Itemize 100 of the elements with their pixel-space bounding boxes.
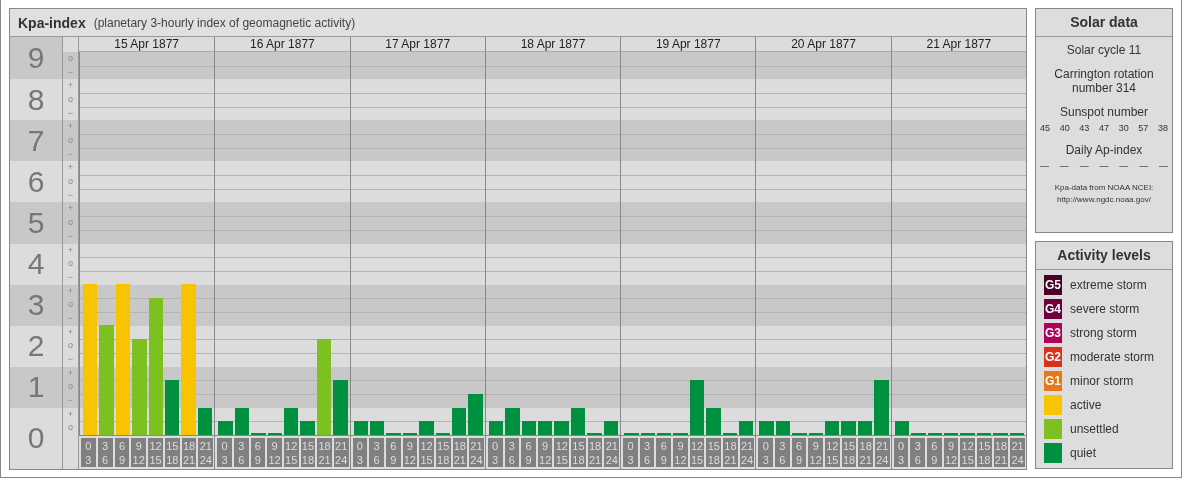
hour-range-label: 12 15 — [419, 438, 434, 467]
hour-range-label: 6 9 — [791, 438, 807, 467]
kp-scale-label: 5 — [10, 202, 62, 244]
hour-range-label: 9 12 — [537, 438, 553, 467]
legend-label: strong storm — [1070, 326, 1137, 340]
legend-label: extreme storm — [1070, 278, 1147, 292]
sub-scale-label: + — [62, 202, 79, 217]
hour-range-label: 12 15 — [554, 438, 570, 467]
source-url: http://www.ngdc.noaa.gov/ — [1057, 195, 1151, 205]
hour-range-label: 3 6 — [775, 438, 790, 467]
hour-range-label: 3 6 — [504, 438, 520, 467]
level-badge: G1 — [1044, 371, 1062, 391]
hour-range-label: 21 24 — [198, 438, 214, 467]
sub-scale-label: o — [62, 421, 79, 435]
date-label: 19 Apr 1877 — [620, 37, 756, 52]
date-label: 16 Apr 1877 — [214, 37, 350, 52]
date-label: 17 Apr 1877 — [349, 37, 485, 52]
legend-label: minor storm — [1070, 374, 1134, 388]
kp-scale-label: 7 — [10, 120, 62, 162]
hour-range-label: 0 3 — [352, 438, 368, 467]
hour-range-label: 9 12 — [673, 438, 688, 467]
hour-range-label: 18 21 — [452, 438, 468, 467]
hour-range-label: 15 18 — [300, 438, 316, 467]
level-badge: G5 — [1044, 275, 1062, 295]
date-label: 15 Apr 1877 — [79, 37, 215, 52]
level-badge: G4 — [1044, 299, 1062, 319]
sunspot-value: 57 — [1138, 123, 1149, 133]
hour-range-label: 12 15 — [825, 438, 840, 467]
hour-range-label: 0 3 — [623, 438, 638, 467]
ap-index-value: — — [1040, 161, 1049, 171]
hour-range-label: 0 3 — [81, 438, 96, 467]
hour-range-label: 12 15 — [960, 438, 975, 467]
hour-range-label: 9 12 — [267, 438, 282, 467]
hour-range-label: 12 15 — [689, 438, 705, 467]
hour-range-label: 15 18 — [571, 438, 586, 467]
kp-scale-label: 3 — [10, 284, 62, 326]
panel-title: Solar data — [1036, 9, 1172, 37]
sunspot-value: 47 — [1098, 123, 1109, 133]
sub-scale-label: o — [62, 257, 79, 271]
hour-range-label: 18 21 — [317, 438, 332, 467]
hour-range-label: 15 18 — [841, 438, 857, 467]
hour-range-label: 6 9 — [385, 438, 401, 467]
chart-title: Kpa-index — [18, 14, 86, 31]
hour-range-label: 0 3 — [217, 438, 232, 467]
sub-scale-label: o — [62, 339, 79, 353]
hour-range-label: 21 24 — [1010, 438, 1025, 467]
legend-label: active — [1070, 398, 1102, 412]
hour-range-label: 0 3 — [893, 438, 909, 467]
solar-cycle-text: Solar cycle 11 — [1066, 43, 1142, 57]
hour-range-label: 21 24 — [875, 438, 890, 467]
hour-range-label: 18 21 — [993, 438, 1009, 467]
hour-range-label: 18 21 — [181, 438, 197, 467]
hour-range-label: 15 18 — [977, 438, 992, 467]
hour-range-label: 18 21 — [858, 438, 873, 467]
hour-range-label: 18 21 — [587, 438, 603, 467]
ap-index-value: — — [1079, 161, 1089, 171]
hour-range-label: 9 12 — [131, 438, 147, 467]
ap-index-label: Daily Ap-index — [1065, 143, 1143, 157]
sunspot-label: Sunspot number — [1059, 105, 1149, 119]
hour-range-label: 0 3 — [758, 438, 774, 467]
sub-scale-label: + — [62, 161, 79, 176]
carrington-rotation-text: Carrington rotation number 314 — [1053, 67, 1155, 95]
source-text: Kpa-data from NOAA NCEI: — [1054, 183, 1154, 193]
ap-index-value: — — [1139, 161, 1149, 171]
hour-range-label: 21 24 — [604, 438, 620, 467]
sunspot-value: 30 — [1118, 123, 1129, 133]
sub-scale-label: + — [62, 120, 79, 135]
date-label: 21 Apr 1877 — [890, 37, 1026, 52]
hour-range-label: 18 21 — [723, 438, 738, 467]
hour-range-label: 6 9 — [114, 438, 130, 467]
panel-title: Activity levels — [1036, 242, 1172, 270]
ap-index-value: — — [1099, 161, 1109, 171]
hour-range-label: 15 18 — [435, 438, 451, 467]
ap-index-value: — — [1059, 161, 1069, 171]
hour-range-label: 6 9 — [250, 438, 266, 467]
hour-range-label: 15 18 — [706, 438, 722, 467]
sunspot-value: 38 — [1157, 123, 1168, 133]
hour-range-label: 6 9 — [521, 438, 536, 467]
sunspot-value: 45 — [1040, 123, 1050, 133]
legend-label: moderate storm — [1070, 350, 1155, 364]
hour-range-label: 6 9 — [656, 438, 672, 467]
hour-range-label: 12 15 — [283, 438, 299, 467]
level-badge: G2 — [1044, 347, 1062, 367]
date-label: 18 Apr 1877 — [484, 37, 621, 52]
kp-scale-label: 9 — [10, 37, 62, 80]
hour-range-label: 3 6 — [639, 438, 655, 467]
sub-scale-label: o — [62, 93, 79, 107]
hour-range-label: 9 12 — [402, 438, 418, 467]
ap-index-value: — — [1158, 161, 1168, 171]
hour-range-label: 9 12 — [943, 438, 959, 467]
hour-range-label: 15 18 — [164, 438, 180, 467]
date-label: 20 Apr 1877 — [755, 37, 891, 52]
hour-range-label: 12 15 — [148, 438, 163, 467]
hour-range-label: 21 24 — [333, 438, 349, 467]
hour-range-label: 6 9 — [927, 438, 942, 467]
legend-label: quiet — [1070, 446, 1097, 460]
hour-range-label: 21 24 — [739, 438, 755, 467]
hour-range-label: 3 6 — [369, 438, 384, 467]
hour-range-label: 0 3 — [487, 438, 503, 467]
sub-scale-label: o — [62, 175, 79, 189]
